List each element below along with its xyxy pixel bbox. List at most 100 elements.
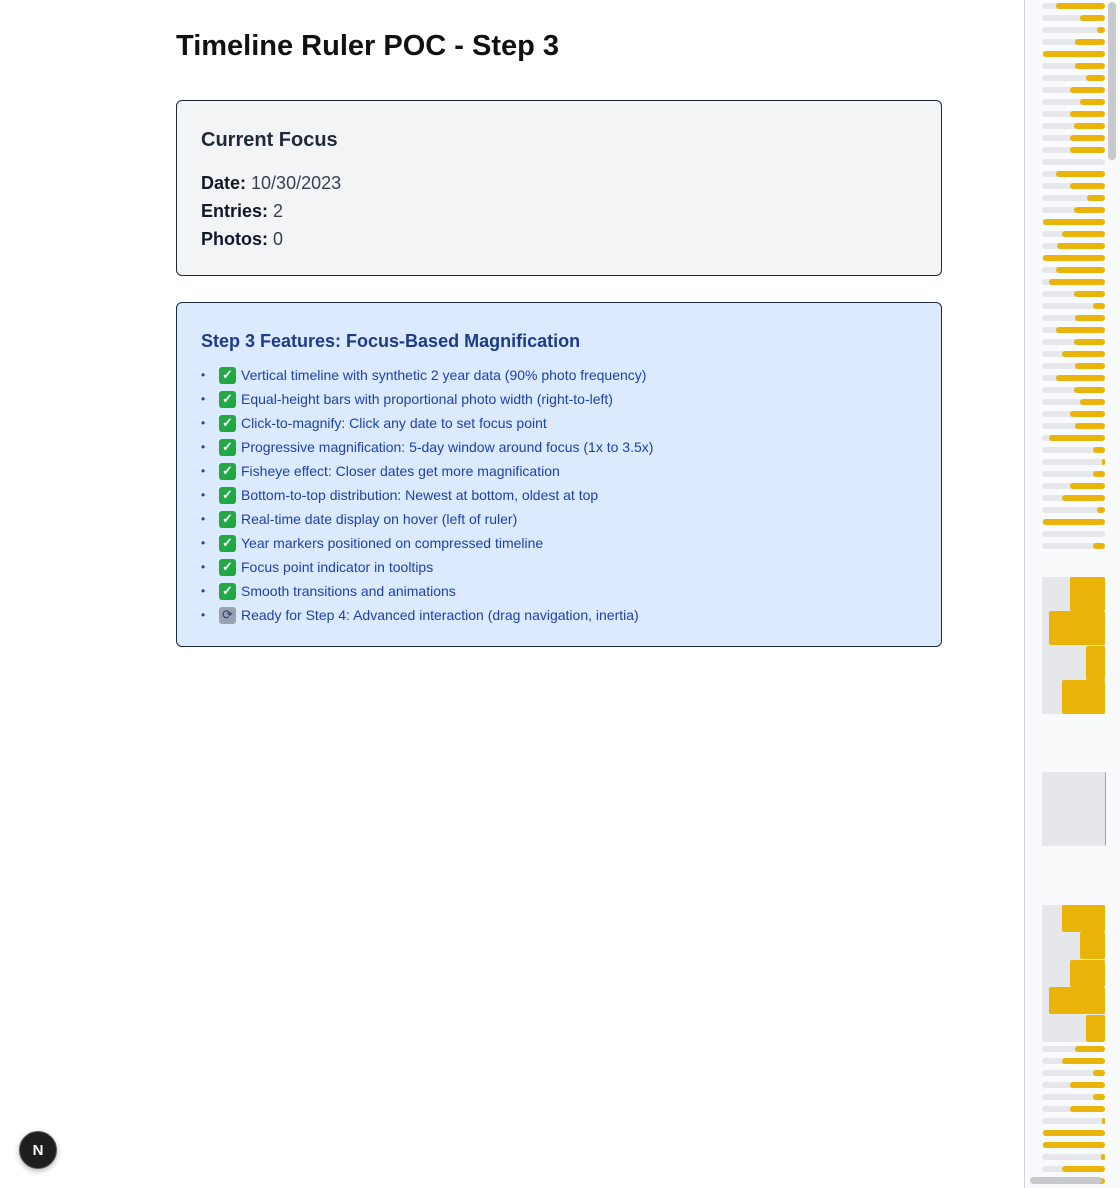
timeline-day[interactable] (1042, 243, 1105, 249)
timeline-day[interactable] (1042, 1058, 1105, 1064)
photo-bar (1102, 1118, 1105, 1124)
timeline-day[interactable] (1042, 1046, 1105, 1052)
timeline-day[interactable] (1042, 519, 1105, 525)
timeline-day[interactable] (1042, 435, 1105, 441)
photo-bar (1097, 507, 1105, 513)
magnified-range[interactable] (1042, 577, 1105, 714)
photo-bar (1043, 1130, 1105, 1136)
photo-bar (1062, 231, 1105, 237)
timeline-day[interactable] (1042, 63, 1105, 69)
timeline-day[interactable] (1042, 15, 1105, 21)
focus-entries-label: Entries: (201, 201, 269, 221)
photo-bar (1074, 123, 1105, 129)
timeline-day[interactable] (1042, 1142, 1105, 1148)
photo-bar (1070, 411, 1105, 417)
timeline-day[interactable] (1042, 1094, 1105, 1100)
timeline-day[interactable] (1042, 447, 1105, 453)
timeline-day[interactable] (1042, 303, 1105, 309)
timeline-day[interactable] (1042, 363, 1105, 369)
timeline-day[interactable] (1042, 75, 1105, 81)
timeline-day[interactable] (1042, 387, 1105, 393)
feature-item: • ✓ Vertical timeline with synthetic 2 yea… (201, 366, 647, 384)
timeline-day[interactable] (1042, 99, 1105, 105)
photo-bar (1056, 3, 1105, 9)
photo-bar (1056, 171, 1105, 177)
timeline-day[interactable] (1042, 543, 1105, 549)
timeline-day[interactable] (1042, 507, 1105, 513)
timeline-day[interactable] (1042, 1082, 1105, 1088)
check-icon: ✓ (219, 414, 236, 432)
horizontal-scrollbar[interactable] (1030, 1177, 1102, 1184)
timeline-day[interactable] (1042, 1106, 1105, 1112)
next-dev-badge[interactable]: N (19, 1131, 57, 1169)
timeline-day[interactable] (1042, 1154, 1105, 1160)
timeline-day[interactable] (1042, 135, 1105, 141)
photo-bar (1062, 1166, 1105, 1172)
timeline-day[interactable] (1042, 171, 1105, 177)
photo-bar (1070, 1082, 1105, 1088)
timeline-day[interactable] (1042, 159, 1105, 165)
photo-bar (1056, 375, 1105, 381)
focus-day-block[interactable] (1042, 772, 1106, 846)
feature-item: • ✓ Year markers positioned on compressed … (201, 534, 544, 552)
timeline-day[interactable] (1042, 87, 1105, 93)
timeline-day[interactable] (1042, 111, 1105, 117)
timeline-day[interactable] (1042, 471, 1105, 477)
timeline-day[interactable] (1042, 231, 1105, 237)
photo-bar (1074, 339, 1105, 345)
photo-bar (1102, 459, 1105, 465)
photo-bar (1062, 680, 1105, 714)
photo-bar (1080, 399, 1105, 405)
timeline-day[interactable] (1042, 219, 1105, 225)
timeline-day[interactable] (1042, 399, 1105, 405)
focus-date-label: Date: (201, 173, 247, 193)
feature-item: • ✓ Fisheye effect: Closer dates get more … (201, 462, 560, 480)
timeline-day[interactable] (1042, 51, 1105, 57)
timeline-day[interactable] (1042, 39, 1105, 45)
photo-bar (1086, 1015, 1105, 1042)
timeline-day[interactable] (1042, 147, 1105, 153)
timeline-day[interactable] (1042, 531, 1105, 537)
photo-bar (1087, 195, 1105, 201)
timeline-day[interactable] (1042, 315, 1105, 321)
timeline-day[interactable] (1042, 279, 1105, 285)
photo-bar (1075, 39, 1105, 45)
timeline-day[interactable] (1042, 291, 1105, 297)
timeline-ruler[interactable] (1024, 0, 1120, 1188)
timeline-day[interactable] (1042, 495, 1105, 501)
timeline-day[interactable] (1042, 1130, 1105, 1136)
timeline-day[interactable] (1042, 183, 1105, 189)
timeline-day[interactable] (1042, 483, 1105, 489)
timeline-day[interactable] (1042, 3, 1105, 9)
photo-bar (1062, 495, 1105, 501)
feature-item: • ✓ Real-time date display on hover (left … (201, 510, 518, 528)
timeline-day[interactable] (1042, 123, 1105, 129)
feature-item: • ✓ Progressive magnification: 5-day windo… (201, 438, 654, 456)
features-panel: Step 3 Features: Focus-Based Magnificati… (176, 302, 942, 647)
timeline-day[interactable] (1042, 459, 1105, 465)
timeline-day[interactable] (1042, 339, 1105, 345)
feature-item: • ✓ Equal-height bars with proportional ph… (201, 390, 613, 408)
timeline-day[interactable] (1042, 1118, 1105, 1124)
check-icon: ✓ (219, 438, 236, 456)
timeline-day[interactable] (1042, 327, 1105, 333)
vertical-scrollbar[interactable] (1108, 2, 1116, 160)
photo-bar (1057, 243, 1105, 249)
photo-bar (1074, 291, 1105, 297)
timeline-day[interactable] (1042, 411, 1105, 417)
photo-bar (1049, 987, 1105, 1014)
timeline-day[interactable] (1042, 375, 1105, 381)
current-focus-heading: Current Focus (201, 129, 338, 151)
timeline-day[interactable] (1042, 27, 1105, 33)
timeline-day[interactable] (1042, 195, 1105, 201)
timeline-day[interactable] (1042, 207, 1105, 213)
timeline-day[interactable] (1042, 267, 1105, 273)
magnified-range[interactable] (1042, 905, 1105, 1042)
timeline-day[interactable] (1042, 1166, 1105, 1172)
timeline-day[interactable] (1042, 351, 1105, 357)
check-icon: ✓ (219, 486, 236, 504)
photo-bar (1093, 471, 1105, 477)
timeline-day[interactable] (1042, 1070, 1105, 1076)
timeline-day[interactable] (1042, 423, 1105, 429)
timeline-day[interactable] (1042, 255, 1105, 261)
